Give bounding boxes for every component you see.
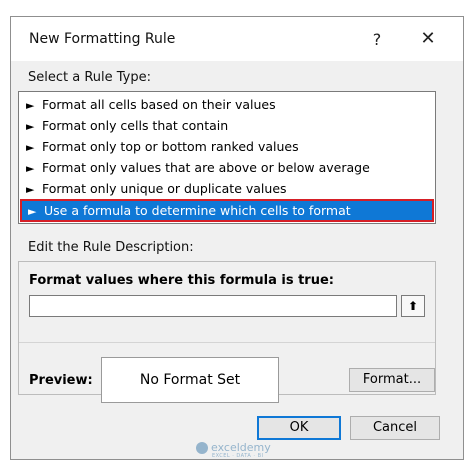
rule-item-all-cells[interactable]: ► Format all cells based on their values [19,94,435,115]
close-button[interactable]: ✕ [417,28,439,50]
rule-item-label: Format all cells based on their values [42,97,276,112]
watermark: exceldemy EXCEL · DATA · BI [196,441,306,459]
rule-item-label: Format only unique or duplicate values [42,181,287,196]
rule-item-label: Format only values that are above or bel… [42,160,370,175]
arrow-icon: ► [26,183,35,196]
collapse-arrow-icon: ⬆ [407,299,419,313]
rule-item-cells-contain[interactable]: ► Format only cells that contain [19,115,435,136]
divider [19,342,435,343]
select-rule-type-label: Select a Rule Type: [28,70,152,85]
arrow-icon: ► [26,99,35,112]
rule-item-label: Format only cells that contain [42,118,229,133]
formula-label: Format values where this formula is true… [29,273,334,288]
edit-rule-description-label: Edit the Rule Description: [28,240,194,255]
arrow-icon: ► [28,205,37,218]
preview-label: Preview: [29,373,93,388]
formula-input[interactable] [29,295,397,317]
rule-item-above-below-average[interactable]: ► Format only values that are above or be… [19,157,435,178]
collapse-dialog-button[interactable]: ⬆ [401,295,425,317]
dialog-title: New Formatting Rule [29,31,176,47]
rule-description-panel: Format values where this formula is true… [18,261,436,403]
arrow-icon: ► [26,120,35,133]
help-button[interactable]: ? [367,29,387,51]
rule-item-label: Use a formula to determine which cells t… [44,203,351,218]
exceldemy-logo-icon [196,442,208,454]
arrow-icon: ► [26,162,35,175]
format-button[interactable]: Format... [349,368,435,392]
rule-item-top-bottom[interactable]: ► Format only top or bottom ranked values [19,136,435,157]
rule-type-list[interactable]: ► Format all cells based on their values … [18,91,436,224]
cancel-button[interactable]: Cancel [350,416,440,440]
arrow-icon: ► [26,141,35,154]
ok-button[interactable]: OK [257,416,341,440]
watermark-tagline: EXCEL · DATA · BI [212,453,264,459]
rule-item-label: Format only top or bottom ranked values [42,139,299,154]
preview-box: No Format Set [101,357,279,403]
rule-item-use-formula[interactable]: ► Use a formula to determine which cells … [20,199,434,222]
title-bar: New Formatting Rule ? ✕ [11,17,463,61]
rule-item-unique-duplicate[interactable]: ► Format only unique or duplicate values [19,178,435,199]
